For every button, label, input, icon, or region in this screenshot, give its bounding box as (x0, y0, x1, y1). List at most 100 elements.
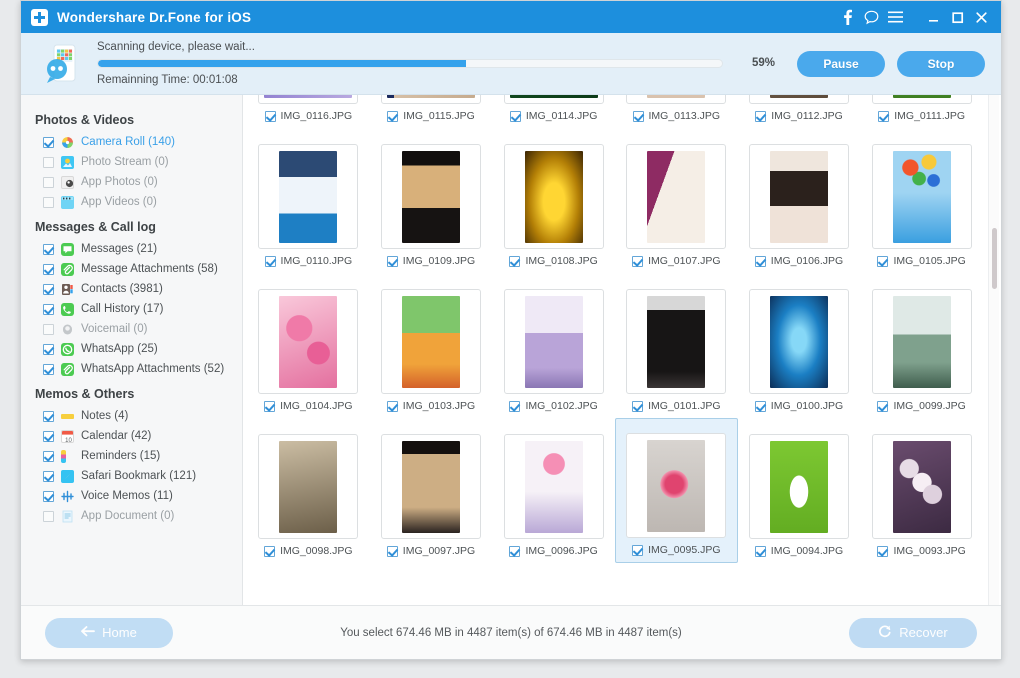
thumbnail-cell[interactable]: IMG_0094.JPG (738, 418, 861, 563)
thumbnail-card[interactable] (749, 144, 849, 249)
sidebar-item-checkbox[interactable] (43, 244, 54, 255)
thumbnail-card[interactable] (504, 434, 604, 539)
thumbnail-card[interactable] (258, 434, 358, 539)
sidebar-item-checkbox[interactable] (43, 137, 54, 148)
thumbnail-checkbox[interactable] (877, 401, 888, 412)
sidebar-item-message-attachments[interactable]: Message Attachments (58) (21, 259, 242, 279)
thumbnail-cell[interactable]: IMG_0112.JPG (738, 95, 861, 128)
grid-scrollbar-thumb[interactable] (992, 228, 997, 289)
thumbnail-card[interactable] (749, 434, 849, 539)
sidebar-item-checkbox[interactable] (43, 491, 54, 502)
thumbnail-card[interactable] (381, 434, 481, 539)
sidebar-item-whatsapp[interactable]: WhatsApp (25) (21, 339, 242, 359)
sidebar-item-app-document[interactable]: App Document (0) (21, 506, 242, 526)
recover-button[interactable]: Recover (849, 618, 977, 648)
sidebar-item-camera-roll[interactable]: Camera Roll (140) (21, 132, 242, 152)
thumbnail-card[interactable] (381, 289, 481, 394)
sidebar-item-checkbox[interactable] (43, 304, 54, 315)
thumbnail-cell[interactable]: IMG_0097.JPG (370, 418, 493, 563)
close-icon[interactable] (969, 3, 993, 31)
sidebar-item-checkbox[interactable] (43, 364, 54, 375)
sidebar-item-notes[interactable]: Notes (4) (21, 406, 242, 426)
thumbnail-checkbox[interactable] (632, 545, 643, 556)
thumbnail-card[interactable] (749, 95, 849, 104)
thumbnail-cell[interactable]: IMG_0093.JPG (860, 418, 983, 563)
sidebar-item-voicemail[interactable]: Voicemail (0) (21, 319, 242, 339)
thumbnail-cell[interactable]: IMG_0102.JPG (492, 273, 615, 418)
thumbnail-card[interactable] (258, 95, 358, 104)
thumbnail-card[interactable] (872, 144, 972, 249)
thumbnail-card[interactable] (258, 289, 358, 394)
thumbnail-checkbox[interactable] (264, 401, 275, 412)
sidebar-item-contacts[interactable]: Contacts (3981) (21, 279, 242, 299)
thumbnail-card[interactable] (504, 95, 604, 104)
thumbnail-checkbox[interactable] (509, 256, 520, 267)
sidebar-item-checkbox[interactable] (43, 157, 54, 168)
chat-icon[interactable] (859, 3, 883, 31)
sidebar-item-checkbox[interactable] (43, 411, 54, 422)
thumbnail-cell[interactable]: IMG_0108.JPG (492, 128, 615, 273)
sidebar-item-checkbox[interactable] (43, 471, 54, 482)
maximize-icon[interactable] (945, 3, 969, 31)
thumbnail-cell[interactable]: IMG_0105.JPG (860, 128, 983, 273)
sidebar-item-checkbox[interactable] (43, 451, 54, 462)
sidebar-item-checkbox[interactable] (43, 284, 54, 295)
thumbnail-checkbox[interactable] (265, 111, 276, 122)
thumbnail-card[interactable] (258, 144, 358, 249)
thumbnail-cell[interactable]: IMG_0099.JPG (860, 273, 983, 418)
thumbnail-cell[interactable]: IMG_0104.JPG (247, 273, 370, 418)
thumbnail-cell[interactable]: IMG_0101.JPG (615, 273, 738, 418)
thumbnail-checkbox[interactable] (387, 401, 398, 412)
sidebar-item-call-history[interactable]: Call History (17) (21, 299, 242, 319)
sidebar-item-checkbox[interactable] (43, 197, 54, 208)
thumbnail-card[interactable] (749, 289, 849, 394)
thumbnail-cell[interactable]: IMG_0111.JPG (860, 95, 983, 128)
sidebar-item-photo-stream[interactable]: Photo Stream (0) (21, 152, 242, 172)
sidebar-item-checkbox[interactable] (43, 431, 54, 442)
thumbnail-cell[interactable]: IMG_0116.JPG (247, 95, 370, 128)
stop-button[interactable]: Stop (897, 51, 985, 77)
thumbnail-cell[interactable]: IMG_0107.JPG (615, 128, 738, 273)
thumbnail-checkbox[interactable] (878, 111, 889, 122)
sidebar-item-app-videos[interactable]: App Videos (0) (21, 192, 242, 212)
thumbnail-card[interactable] (381, 144, 481, 249)
thumbnail-card[interactable] (626, 289, 726, 394)
thumbnail-cell[interactable]: IMG_0106.JPG (738, 128, 861, 273)
thumbnail-cell[interactable]: IMG_0110.JPG (247, 128, 370, 273)
thumbnail-checkbox[interactable] (387, 111, 398, 122)
thumbnail-checkbox[interactable] (755, 256, 766, 267)
sidebar-item-checkbox[interactable] (43, 324, 54, 335)
sidebar-item-reminders[interactable]: Reminders (15) (21, 446, 242, 466)
facebook-icon[interactable] (835, 3, 859, 31)
sidebar-item-messages[interactable]: Messages (21) (21, 239, 242, 259)
thumbnail-checkbox[interactable] (510, 111, 521, 122)
sidebar-item-calendar[interactable]: 10Calendar (42) (21, 426, 242, 446)
thumbnail-checkbox[interactable] (265, 256, 276, 267)
thumbnail-checkbox[interactable] (509, 546, 520, 557)
thumbnail-card[interactable] (381, 95, 481, 104)
thumbnail-checkbox[interactable] (755, 111, 766, 122)
minimize-icon[interactable] (921, 3, 945, 31)
pause-button[interactable]: Pause (797, 51, 885, 77)
thumbnail-card[interactable] (872, 95, 972, 104)
sidebar-item-voice-memos[interactable]: Voice Memos (11) (21, 486, 242, 506)
thumbnail-checkbox[interactable] (509, 401, 520, 412)
thumbnail-checkbox[interactable] (755, 401, 766, 412)
thumbnail-checkbox[interactable] (632, 256, 643, 267)
thumbnail-checkbox[interactable] (387, 546, 398, 557)
menu-icon[interactable] (883, 3, 907, 31)
sidebar-item-checkbox[interactable] (43, 511, 54, 522)
thumbnail-card[interactable] (872, 289, 972, 394)
thumbnail-card[interactable] (504, 289, 604, 394)
thumbnail-cell[interactable]: IMG_0103.JPG (370, 273, 493, 418)
thumbnail-card[interactable] (504, 144, 604, 249)
thumbnail-checkbox[interactable] (877, 546, 888, 557)
thumbnail-cell[interactable]: IMG_0096.JPG (492, 418, 615, 563)
thumbnail-checkbox[interactable] (264, 546, 275, 557)
thumbnail-checkbox[interactable] (877, 256, 888, 267)
home-button[interactable]: Home (45, 618, 173, 648)
sidebar-item-checkbox[interactable] (43, 177, 54, 188)
thumbnail-cell[interactable]: IMG_0095.JPG (615, 418, 738, 563)
thumbnail-card[interactable] (626, 144, 726, 249)
sidebar-item-safari-bookmark[interactable]: Safari Bookmark (121) (21, 466, 242, 486)
